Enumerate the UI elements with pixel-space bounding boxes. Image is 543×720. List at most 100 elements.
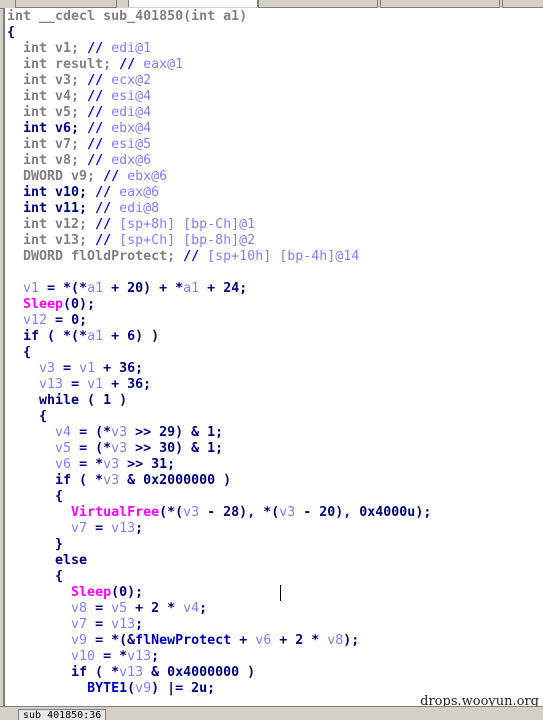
code-token: v1 [87, 377, 104, 392]
code-token: eax@1 [143, 57, 184, 72]
tab-pseudocode[interactable] [128, 0, 258, 7]
code-token: ) |= 2u; [151, 681, 216, 696]
code-token: + 2 * [127, 601, 184, 616]
code-token: ecx@2 [111, 73, 152, 88]
code-token: // [87, 137, 112, 152]
code-token: = [63, 377, 88, 392]
code-line: v7 = v13; [7, 617, 431, 633]
code-token: v5 [55, 441, 72, 456]
code-token: v10 [71, 649, 96, 664]
code-token: >> 31; [119, 457, 176, 472]
code-token: ebx@4 [111, 121, 152, 136]
code-line: v1 = *(*a1 + 20) + *a1 + 24; [7, 281, 431, 297]
code-token: = * [95, 649, 128, 664]
tab-structures[interactable] [380, 0, 500, 8]
code-line: { [7, 489, 431, 505]
code-token: v9 [71, 633, 88, 648]
code-token: { [7, 409, 48, 424]
code-token: // [183, 249, 208, 264]
code-token: v3 [279, 505, 296, 520]
code-token: // [87, 41, 112, 56]
code-token: } [7, 537, 64, 552]
code-line: { [7, 25, 431, 41]
code-line: v8 = v5 + 2 * v4; [7, 601, 431, 617]
code-token: + 24; [199, 281, 248, 296]
code-line [7, 265, 431, 281]
code-token: flNewProtect [135, 633, 232, 648]
function-location-tab[interactable]: sub_401850:36 [18, 709, 107, 720]
code-line: else [7, 553, 431, 569]
code-token: v7 [71, 521, 88, 536]
code-token: = 0; [47, 313, 88, 328]
code-token: DWORD v9; [7, 169, 104, 184]
code-token: = (* [71, 441, 112, 456]
code-token: ; [151, 649, 160, 664]
code-token: if ( * [7, 473, 104, 488]
code-token: + 36; [103, 377, 152, 392]
pseudocode-editor[interactable]: int __cdecl sub_401850(int a1){ int v1; … [3, 8, 543, 706]
code-line: int v4; // esi@4 [7, 89, 431, 105]
code-token: edi@4 [111, 105, 152, 120]
code-token: v9 [135, 681, 152, 696]
code-token: (0); [63, 297, 96, 312]
tab-enums[interactable] [502, 0, 543, 8]
code-line: int v5; // edi@4 [7, 105, 431, 121]
code-token: Sleep [71, 585, 112, 600]
code-line: v10 = *v13; [7, 649, 431, 665]
code-token: esi@4 [111, 89, 152, 104]
code-token: VirtualFree [71, 505, 160, 520]
code-line: { [7, 569, 431, 585]
code-token: BYTE1 [87, 681, 128, 696]
code-token: esi@5 [111, 137, 152, 152]
code-line: v6 = *v3 >> 31; [7, 457, 431, 473]
code-line: int v1; // edi@1 [7, 41, 431, 57]
code-line: int v6; // ebx@4 [7, 121, 431, 137]
code-line: VirtualFree(*(v3 - 28), *(v3 - 20), 0x40… [7, 505, 431, 521]
code-token: { [7, 25, 16, 40]
status-bar: sub_401850:36 [0, 706, 543, 720]
code-token: + 6) ) [103, 329, 160, 344]
code-token: v8 [71, 601, 88, 616]
code-line: v13 = v1 + 36; [7, 377, 431, 393]
code-token: + 20) + * [103, 281, 184, 296]
code-token: v5 [111, 601, 128, 616]
tab-hex-view[interactable] [258, 0, 378, 8]
code-token: [sp+Ch] [bp-8h]@2 [119, 233, 256, 248]
code-token: [sp+10h] [bp-4h]@14 [207, 249, 360, 264]
code-token: v13 [119, 665, 144, 680]
code-token: while ( 1 ) [7, 393, 128, 408]
code-token: { [7, 569, 64, 584]
code-token: + [231, 633, 256, 648]
code-token: (0); [111, 585, 144, 600]
code-line: int v8; // edx@6 [7, 153, 431, 169]
code-token: & 0x4000000 ) [143, 665, 256, 680]
code-token: int v8; [7, 153, 88, 168]
code-token: eax@6 [119, 185, 160, 200]
code-line: int v13; // [sp+Ch] [bp-8h]@2 [7, 233, 431, 249]
code-token: = (* [71, 425, 112, 440]
tab-ida-view[interactable] [15, 0, 117, 8]
code-line: v7 = v13; [7, 521, 431, 537]
code-token: if ( *(* [7, 329, 88, 344]
code-line: if ( *(*a1 + 6) ) [7, 329, 431, 345]
code-token: v3 [39, 361, 56, 376]
code-token: & 0x2000000 ) [119, 473, 232, 488]
code-token: { [7, 345, 32, 360]
code-token: // [103, 169, 128, 184]
code-line: int v12; // [sp+8h] [bp-Ch]@1 [7, 217, 431, 233]
code-token: // [87, 73, 112, 88]
code-token: int v1; [7, 41, 88, 56]
code-token: // [95, 185, 120, 200]
code-token: // [95, 233, 120, 248]
code-token: if ( * [7, 665, 120, 680]
code-token: // [95, 217, 120, 232]
code-line: { [7, 409, 431, 425]
code-token: = [55, 361, 80, 376]
code-token: int v7; [7, 137, 88, 152]
code-token: ebx@6 [127, 169, 168, 184]
code-token: // [87, 153, 112, 168]
